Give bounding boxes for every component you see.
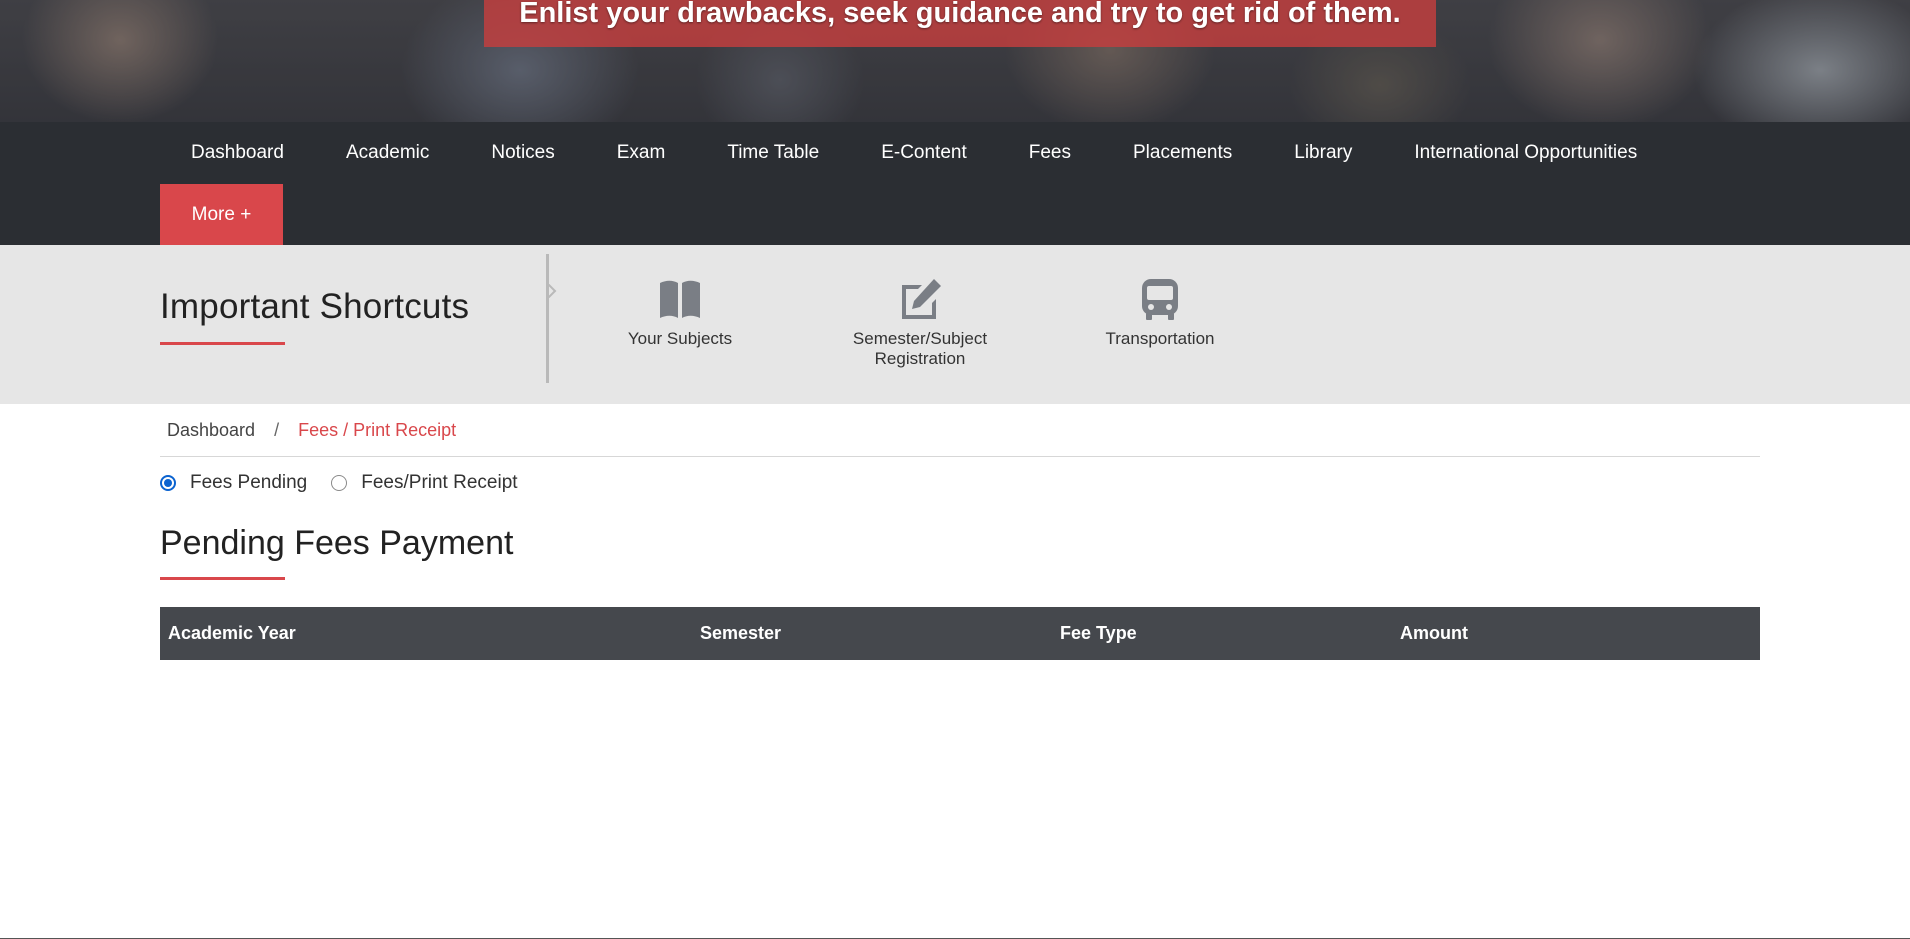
nav-item-international-opportunities[interactable]: International Opportunities (1383, 122, 1668, 184)
nav-more-button[interactable]: More + (160, 184, 283, 245)
nav-item-time-table[interactable]: Time Table (696, 122, 850, 184)
edit-icon (902, 279, 941, 319)
important-shortcuts-panel: Important Shortcuts Your Subjects Semest… (0, 245, 1910, 404)
breadcrumb-home-link[interactable]: Dashboard (167, 420, 255, 440)
shortcut-registration-label-line1: Semester/Subject (852, 329, 988, 348)
hero-banner: Enlist your drawbacks, seek guidance and… (0, 0, 1910, 122)
page-title-underline (160, 577, 285, 580)
radio-fees-print-receipt-control[interactable] (331, 475, 348, 491)
shortcut-your-subjects[interactable]: Your Subjects (580, 275, 780, 349)
radio-fees-print-receipt-label: Fees/Print Receipt (361, 472, 518, 493)
radio-fees-pending-label: Fees Pending (190, 472, 308, 493)
main-nav-row: Dashboard Academic Notices Exam Time Tab… (160, 122, 1668, 184)
breadcrumb: Dashboard / Fees / Print Receipt (160, 420, 1760, 457)
nav-item-notices[interactable]: Notices (460, 122, 585, 184)
radio-fees-pending[interactable]: Fees Pending (160, 472, 307, 494)
shortcut-your-subjects-label: Your Subjects (627, 329, 733, 348)
main-nav: Dashboard Academic Notices Exam Time Tab… (0, 122, 1910, 245)
shortcut-transportation[interactable]: Transportation (1060, 275, 1260, 349)
hero-caption: Enlist your drawbacks, seek guidance and… (484, 0, 1436, 47)
nav-item-placements[interactable]: Placements (1102, 122, 1263, 184)
column-header-semester[interactable]: Semester (692, 607, 1052, 660)
breadcrumb-current: Fees / Print Receipt (298, 420, 457, 440)
nav-item-e-content[interactable]: E-Content (850, 122, 998, 184)
shortcuts-divider (546, 254, 549, 383)
shortcut-semester-subject-registration[interactable]: Semester/Subject Registration (820, 275, 1020, 369)
nav-item-exam[interactable]: Exam (586, 122, 697, 184)
radio-fees-pending-control[interactable] (160, 475, 176, 491)
fees-view-radio-group: Fees Pending Fees/Print Receipt (160, 472, 542, 494)
nav-item-fees[interactable]: Fees (998, 122, 1102, 184)
nav-item-academic[interactable]: Academic (315, 122, 460, 184)
table-header: Academic Year Semester Fee Type Amount (160, 607, 1760, 660)
page-title: Pending Fees Payment (160, 524, 514, 562)
divider-notch (547, 284, 557, 298)
bus-icon (1142, 279, 1178, 320)
page: Enlist your drawbacks, seek guidance and… (0, 0, 1910, 939)
nav-item-library[interactable]: Library (1263, 122, 1383, 184)
shortcuts-title-underline (160, 342, 285, 345)
column-header-academic-year[interactable]: Academic Year (160, 607, 692, 660)
table-header-row: Academic Year Semester Fee Type Amount (160, 607, 1760, 660)
shortcut-registration-label-line2: Registration (874, 349, 966, 368)
pending-fees-table: Academic Year Semester Fee Type Amount (160, 607, 1760, 660)
shortcut-transportation-label: Transportation (1105, 329, 1215, 348)
column-header-amount[interactable]: Amount (1392, 607, 1760, 660)
nav-item-dashboard[interactable]: Dashboard (160, 122, 315, 184)
book-icon (660, 280, 700, 318)
breadcrumb-separator: / (274, 420, 280, 440)
shortcuts-title: Important Shortcuts (160, 287, 470, 326)
column-header-fee-type[interactable]: Fee Type (1052, 607, 1392, 660)
radio-fees-print-receipt[interactable]: Fees/Print Receipt (331, 472, 518, 494)
